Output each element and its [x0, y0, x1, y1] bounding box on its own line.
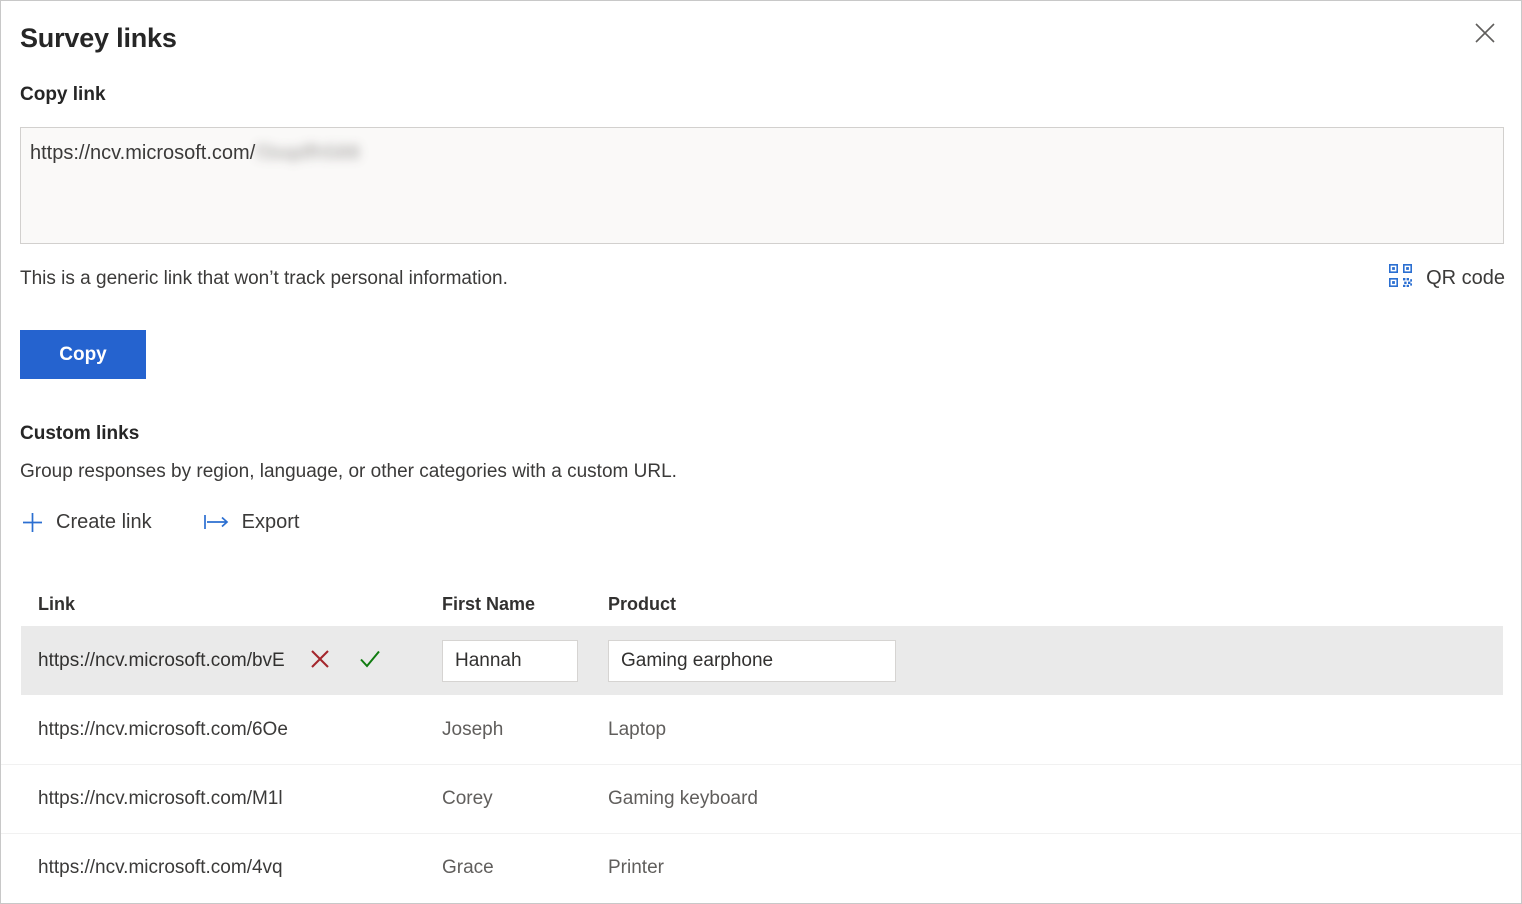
table-row[interactable]: https://ncv.microsoft.com/bvE: [21, 626, 1503, 695]
link-text: https://ncv.microsoft.com/M1l: [38, 788, 283, 809]
copy-button[interactable]: Copy: [20, 330, 146, 379]
link-cell-editing: https://ncv.microsoft.com/bvE: [38, 642, 442, 680]
table-row[interactable]: https://ncv.microsoft.com/M1l Corey Gami…: [1, 764, 1521, 833]
product-input[interactable]: [608, 639, 896, 682]
custom-links-title: Custom links: [20, 423, 140, 444]
qr-code-icon: [1388, 263, 1413, 293]
export-label: Export: [241, 511, 300, 533]
generic-link-note: This is a generic link that won’t track …: [20, 268, 508, 289]
copy-link-value-row: https://ncv.microsoft.com/f3sqdfh588: [30, 140, 1491, 166]
qr-code-button[interactable]: QR code: [1388, 263, 1505, 293]
qr-code-label: QR code: [1426, 267, 1505, 289]
export-icon: [203, 512, 231, 532]
close-icon: [1474, 22, 1496, 44]
product-text: Laptop: [608, 718, 667, 740]
first-name-text: Joseph: [442, 718, 504, 740]
cancel-edit-button[interactable]: [301, 642, 339, 680]
first-name-text: Grace: [442, 857, 494, 878]
column-header-link: Link: [38, 593, 76, 614]
export-button[interactable]: Export: [203, 509, 300, 535]
column-header-first-name: First Name: [442, 593, 536, 614]
copy-link-url-visible: https://ncv.microsoft.com/: [30, 142, 256, 164]
command-bar: Create link Export: [20, 509, 299, 535]
create-link-button[interactable]: Create link: [20, 509, 152, 535]
survey-links-panel: Survey links Copy link https://ncv.micro…: [0, 0, 1522, 904]
product-text: Printer: [608, 857, 664, 878]
confirm-check-icon: [358, 648, 382, 673]
first-name-text: Corey: [442, 788, 493, 809]
link-text: https://ncv.microsoft.com/4vq: [38, 857, 283, 878]
first-name-input[interactable]: [442, 639, 578, 682]
cancel-x-icon: [309, 648, 331, 673]
plus-icon: [20, 510, 45, 535]
close-button[interactable]: [1463, 11, 1507, 55]
table-header-row: Link First Name Product: [1, 581, 1521, 626]
column-header-product: Product: [608, 593, 677, 614]
custom-links-table: Link First Name Product https://ncv.micr…: [1, 581, 1521, 902]
product-text: Gaming keyboard: [608, 788, 758, 809]
link-text: https://ncv.microsoft.com/6Oe: [38, 718, 288, 740]
table-row[interactable]: https://ncv.microsoft.com/4vq Grace Prin…: [1, 833, 1521, 902]
copy-link-textarea[interactable]: https://ncv.microsoft.com/f3sqdfh588: [20, 127, 1504, 244]
copy-link-url-redacted: f3sqdfh588: [256, 142, 361, 164]
first-name-cell-editing: [442, 639, 608, 682]
page-title: Survey links: [20, 23, 177, 53]
link-text: https://ncv.microsoft.com/bvE: [38, 649, 285, 671]
table-row[interactable]: https://ncv.microsoft.com/6Oe Joseph Lap…: [1, 695, 1521, 764]
copy-link-label: Copy link: [20, 84, 106, 105]
create-link-label: Create link: [56, 511, 152, 533]
custom-links-description: Group responses by region, language, or …: [20, 461, 677, 482]
confirm-edit-button[interactable]: [351, 642, 389, 680]
product-cell-editing: [608, 639, 1503, 682]
